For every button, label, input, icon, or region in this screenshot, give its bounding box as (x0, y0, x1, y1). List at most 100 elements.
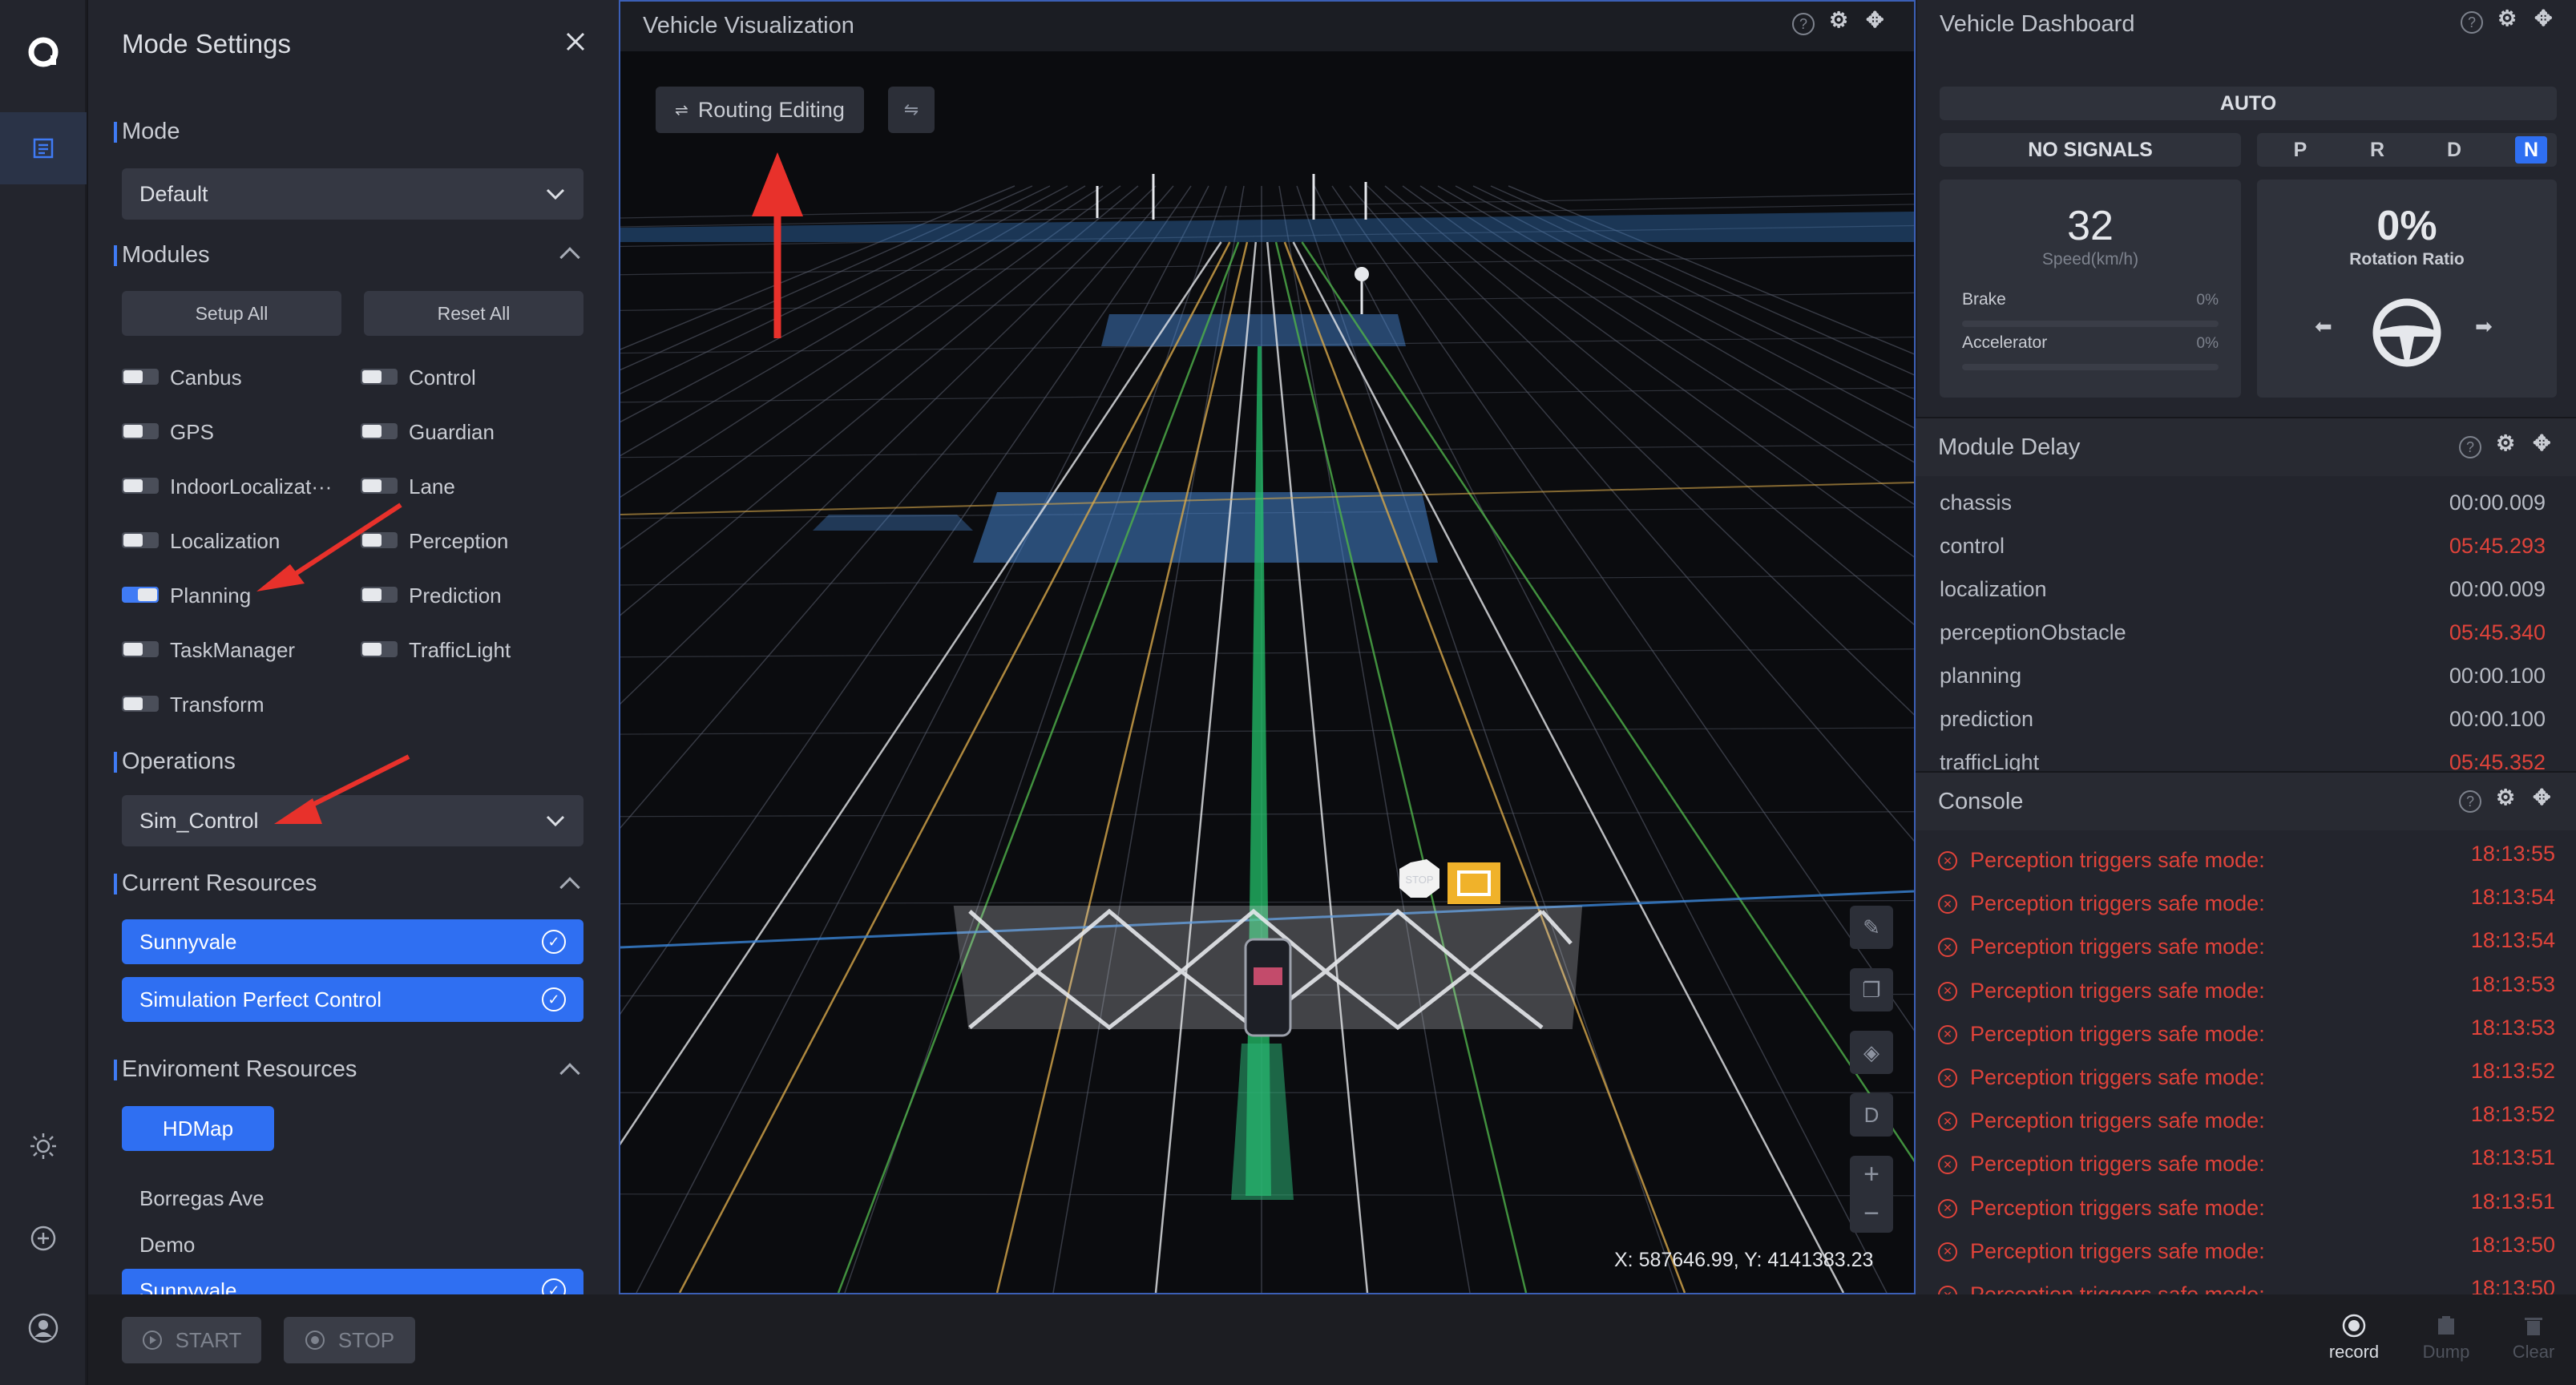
dump-button[interactable]: Dump (2402, 1314, 2490, 1363)
toggle-switch[interactable] (361, 423, 398, 439)
env-item-borregas[interactable]: Borregas Ave (139, 1186, 264, 1211)
module-label: TrafficLight (409, 638, 511, 662)
error-icon: ✕ (1938, 1155, 1957, 1175)
tab-hdmap[interactable]: HDMap (122, 1106, 274, 1151)
error-icon: ✕ (1938, 1112, 1957, 1132)
module-toggle-taskmanager[interactable]: TaskManager (122, 635, 338, 667)
accelerator-label: Accelerator (1962, 333, 2048, 352)
toggle-switch[interactable] (122, 587, 159, 603)
error-icon: ✕ (1938, 1286, 1957, 1294)
console-title: Console (1938, 789, 2024, 814)
help-icon[interactable]: ? (2459, 790, 2481, 813)
rail-add[interactable] (0, 1202, 87, 1274)
module-toggle-trafficlight[interactable]: TrafficLight (361, 635, 577, 667)
view-mode-button[interactable]: D (1850, 1093, 1893, 1137)
copy-tool-button[interactable]: ❐ (1850, 968, 1893, 1011)
toggle-switch[interactable] (361, 641, 398, 657)
resource-sunnyvale[interactable]: Sunnyvale ✓ (122, 919, 583, 964)
module-toggle-control[interactable]: Control (361, 362, 577, 394)
help-icon[interactable]: ? (2459, 436, 2481, 458)
vehicle-dashboard-panel: Vehicle Dashboard ? ⚙ ✥ AUTO NO SIGNALS … (1916, 0, 2576, 417)
help-icon[interactable]: ? (1792, 13, 1815, 35)
gear-icon[interactable]: ⚙ (2496, 431, 2515, 456)
rail-user[interactable] (0, 1292, 87, 1364)
move-icon[interactable]: ✥ (2533, 785, 2551, 810)
route-icon: ⇋ (903, 99, 919, 119)
layers-tool-button[interactable]: ◈ (1850, 1031, 1893, 1074)
stop-button[interactable]: STOP (284, 1317, 415, 1363)
logo-icon (28, 37, 59, 67)
console-entry: ✕ Perception triggers safe mode: 18:13:52 (1938, 1102, 2555, 1150)
toggle-switch[interactable] (122, 478, 159, 494)
operations-section-title: Operations (114, 749, 236, 774)
gear-icon[interactable]: ⚙ (1829, 8, 1848, 33)
move-icon[interactable]: ✥ (1866, 8, 1884, 33)
module-toggle-guardian[interactable]: Guardian (361, 417, 577, 449)
console-message: Perception triggers safe mode: (1970, 1108, 2265, 1133)
gear-icon[interactable]: ⚙ (2497, 6, 2517, 31)
start-button[interactable]: START (122, 1317, 261, 1363)
gear-icon[interactable]: ⚙ (2496, 785, 2515, 810)
error-icon: ✕ (1938, 938, 1957, 958)
close-button[interactable] (559, 26, 592, 58)
signal-status: NO SIGNALS (1940, 133, 2241, 167)
toggle-switch[interactable] (122, 532, 159, 548)
routing-icon: ⇌ (675, 101, 688, 119)
mode-section-title: Mode (114, 119, 180, 144)
console-message: Perception triggers safe mode: (1970, 891, 2265, 916)
gear-d[interactable]: D (2438, 136, 2470, 164)
gear-r[interactable]: R (2361, 136, 2393, 164)
module-toggle-transform[interactable]: Transform (122, 689, 338, 721)
left-rail (0, 0, 87, 1385)
console-entry: ✕ Perception triggers safe mode: 18:13:54 (1938, 885, 2555, 933)
toggle-knob (123, 425, 143, 438)
clear-button[interactable]: Clear (2489, 1314, 2576, 1363)
console-message: Perception triggers safe mode: (1970, 935, 2265, 959)
ruler-tool-button[interactable]: ✎ (1850, 906, 1893, 949)
3d-scene[interactable]: STOP (620, 2, 1914, 1293)
env-item-sunnyvale[interactable]: Sunnyvale ✓ (122, 1269, 583, 1294)
mode-select[interactable]: Default (122, 168, 583, 220)
zoom-in-button[interactable]: + (1863, 1159, 1880, 1190)
routing-editing-label: Routing Editing (697, 97, 845, 122)
rail-theme[interactable] (0, 1110, 87, 1182)
app-logo[interactable] (0, 16, 87, 88)
rail-mode-settings[interactable] (0, 112, 87, 184)
plus-circle-icon (30, 1226, 56, 1251)
record-icon (2342, 1314, 2366, 1338)
toggle-knob (362, 425, 382, 438)
record-button[interactable]: record (2310, 1314, 2398, 1363)
toggle-switch[interactable] (122, 423, 159, 439)
collapse-env-resources-icon[interactable] (559, 1063, 580, 1084)
error-icon: ✕ (1938, 851, 1957, 870)
gear-n[interactable]: N (2515, 136, 2547, 164)
delay-row: chassis 00:00.009 (1916, 491, 2576, 529)
toggle-switch[interactable] (122, 696, 159, 712)
env-item-demo[interactable]: Demo (139, 1233, 195, 1258)
console-time: 18:13:53 (2470, 1015, 2555, 1040)
move-icon[interactable]: ✥ (2534, 6, 2553, 31)
signal-marker (1447, 862, 1500, 904)
toggle-switch[interactable] (361, 369, 398, 385)
setup-all-button[interactable]: Setup All (122, 291, 341, 336)
help-icon[interactable]: ? (2461, 11, 2483, 34)
console-message: Perception triggers safe mode: (1970, 1238, 2265, 1263)
routing-editing-button[interactable]: ⇌ Routing Editing (656, 87, 864, 133)
toggle-switch[interactable] (122, 641, 159, 657)
console-entry: ✕ Perception triggers safe mode: 18:13:55 (1938, 842, 2555, 890)
module-toggle-canbus[interactable]: Canbus (122, 362, 338, 394)
routing-settings-button[interactable]: ⇋ (888, 87, 935, 133)
brake-bar (1962, 321, 2219, 327)
resource-simulation-perfect-control[interactable]: Simulation Perfect Control ✓ (122, 977, 583, 1022)
collapse-modules-icon[interactable] (559, 247, 580, 268)
reset-all-button[interactable]: Reset All (364, 291, 583, 336)
zoom-out-button[interactable]: − (1863, 1198, 1880, 1230)
toggle-switch[interactable] (122, 369, 159, 385)
gear-p[interactable]: P (2284, 136, 2316, 164)
module-toggle-gps[interactable]: GPS (122, 417, 338, 449)
stop-label: STOP (337, 1327, 395, 1352)
collapse-current-resources-icon[interactable] (559, 877, 580, 898)
move-icon[interactable]: ✥ (2533, 431, 2551, 456)
gear-selector: PRDN (2257, 133, 2557, 167)
delay-row: localization 00:00.009 (1916, 577, 2576, 616)
